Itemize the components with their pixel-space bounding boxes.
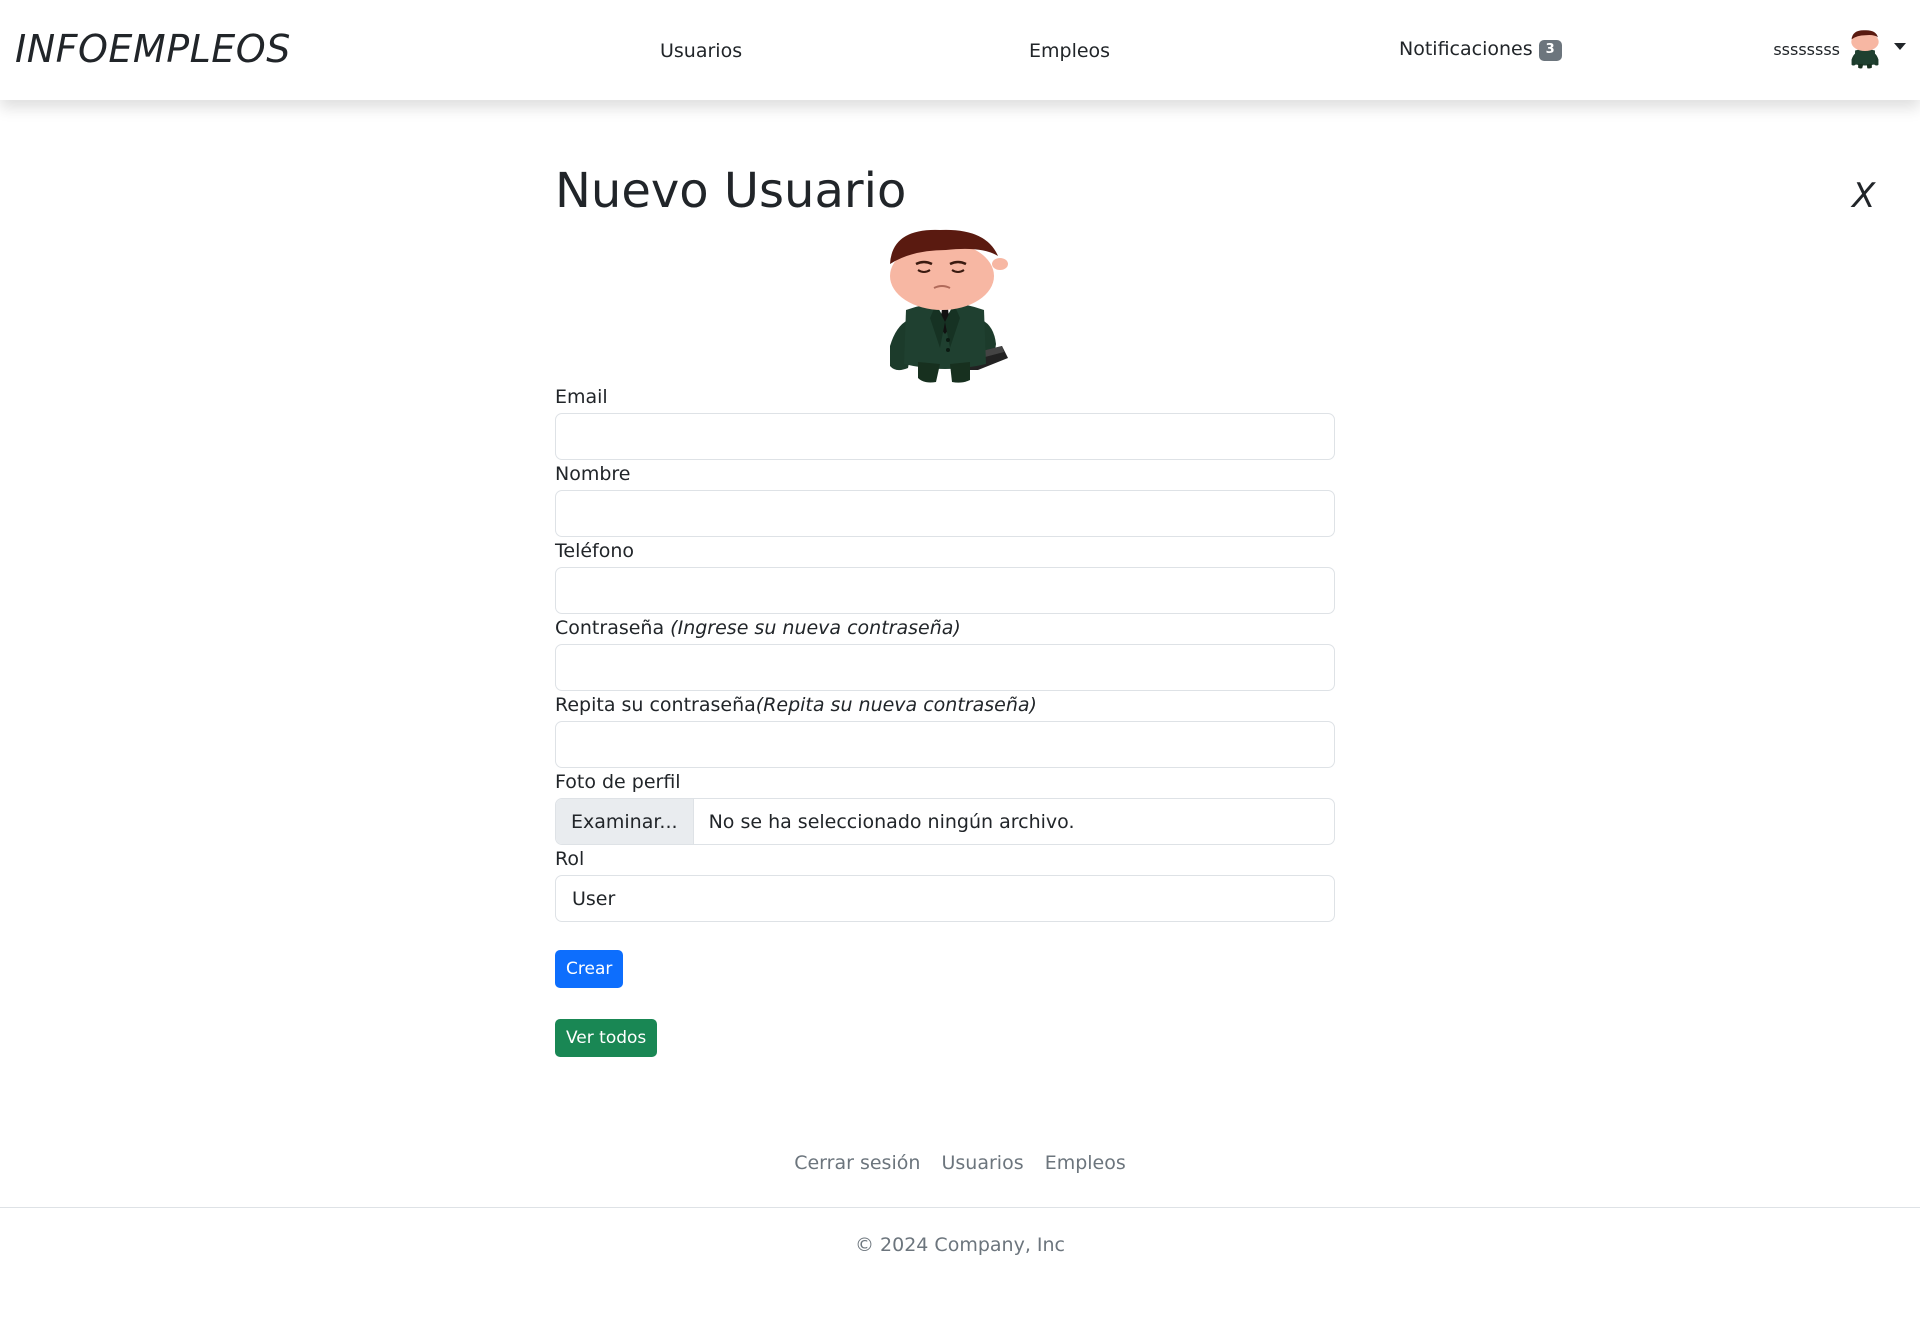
- nombre-label: Nombre: [555, 463, 631, 485]
- notifications-label: Notificaciones: [1399, 38, 1533, 60]
- photo-group: Foto de perfil Examinar... No se ha sele…: [555, 770, 1335, 845]
- footer-nav: Cerrar sesión Usuarios Empleos: [0, 1152, 1920, 1174]
- brand-logo[interactable]: INFOEMPLEOS: [15, 27, 291, 71]
- password-field[interactable]: [555, 644, 1335, 691]
- telefono-group: Teléfono: [555, 539, 1335, 614]
- mascot-image: [890, 229, 1008, 383]
- footer-link-cerrar-sesion[interactable]: Cerrar sesión: [794, 1152, 920, 1174]
- rol-label: Rol: [555, 848, 585, 870]
- footer-link-empleos[interactable]: Empleos: [1045, 1152, 1126, 1174]
- telefono-field[interactable]: [555, 567, 1335, 614]
- profile-photo-file-input[interactable]: Examinar... No se ha seleccionado ningún…: [555, 798, 1335, 845]
- repeat-password-label-row: Repita su contraseña(Repita su nueva con…: [555, 693, 1335, 717]
- email-group: Email: [555, 385, 1335, 460]
- password-label: Contraseña: [555, 617, 665, 639]
- file-status-text: No se ha seleccionado ningún archivo.: [708, 810, 1075, 833]
- user-name: ssssssss: [1773, 39, 1840, 59]
- view-all-button[interactable]: Ver todos: [555, 1019, 658, 1057]
- page-title: Nuevo Usuario: [555, 163, 907, 219]
- password-group: Contraseña (Ingrese su nueva contraseña): [555, 616, 1335, 691]
- avatar-mascot-icon: [1851, 30, 1879, 69]
- copyright-text: © 2024 Company, Inc: [855, 1234, 1065, 1256]
- repeat-password-label: Repita su contraseña: [555, 694, 756, 716]
- repeat-password-hint: (Repita su nueva contraseña): [755, 694, 1037, 716]
- telefono-label: Teléfono: [555, 540, 635, 562]
- create-button[interactable]: Crear: [555, 950, 624, 988]
- rol-select[interactable]: User: [555, 875, 1335, 922]
- email-field[interactable]: [555, 413, 1335, 460]
- password-label-row: Contraseña (Ingrese su nueva contraseña): [555, 616, 1335, 640]
- rol-selected-value: User: [572, 887, 616, 910]
- close-icon[interactable]: X: [1852, 178, 1875, 214]
- nombre-field[interactable]: [555, 490, 1335, 537]
- footer-divider: [0, 1207, 1920, 1208]
- repeat-password-group: Repita su contraseña(Repita su nueva con…: [555, 693, 1335, 768]
- nombre-group: Nombre: [555, 462, 1335, 537]
- notifications-count-badge: 3: [1538, 40, 1562, 61]
- nav-link-notificaciones[interactable]: Notificaciones 3: [1399, 38, 1562, 61]
- top-navbar: INFOEMPLEOS Usuarios Empleos Notificacio…: [0, 0, 1920, 100]
- repeat-password-field[interactable]: [555, 721, 1335, 768]
- chevron-down-icon: [1894, 42, 1906, 50]
- user-avatar: [1851, 30, 1879, 69]
- user-menu-toggle[interactable]: ssssssss: [1773, 28, 1906, 70]
- photo-label: Foto de perfil: [555, 771, 681, 793]
- footer-link-usuarios[interactable]: Usuarios: [941, 1152, 1023, 1174]
- password-hint: (Ingrese su nueva contraseña): [670, 617, 961, 639]
- nav-link-usuarios[interactable]: Usuarios: [660, 40, 742, 62]
- nav-link-empleos[interactable]: Empleos: [1029, 40, 1110, 62]
- email-label: Email: [555, 386, 608, 408]
- rol-group: Rol User: [555, 847, 1335, 922]
- browse-file-button[interactable]: Examinar...: [556, 799, 694, 844]
